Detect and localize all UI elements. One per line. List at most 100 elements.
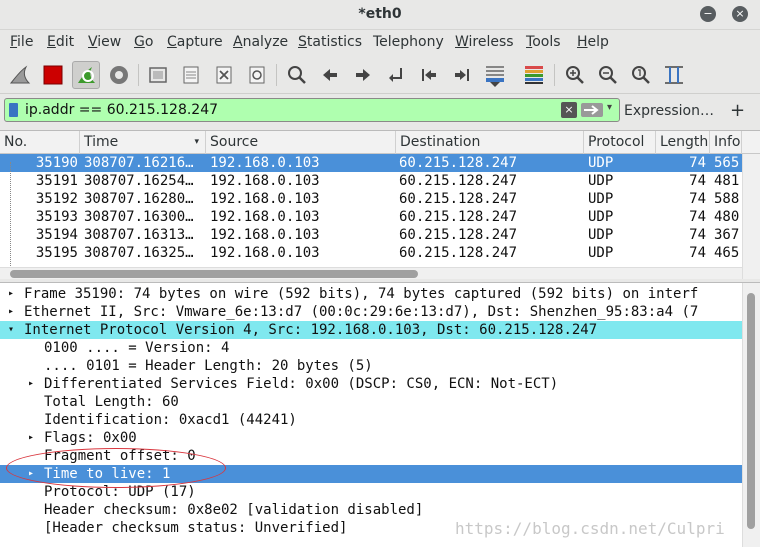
open-file-icon[interactable] (144, 61, 172, 89)
packet-row[interactable]: 35190 308707.16216… 192.168.0.103 60.215.12… (0, 154, 742, 172)
expand-arrow-icon[interactable]: ▸ (8, 303, 14, 321)
detail-text: Internet Protocol Version 4, Src: 192.16… (24, 322, 598, 338)
normal-size-icon[interactable] (627, 61, 655, 89)
find-packet-icon[interactable] (283, 61, 311, 89)
packet-cell-info: 588 (714, 191, 740, 207)
menu-bar: File Edit View Go Capture Analyze Statistics Te… (0, 30, 760, 56)
column-header-source[interactable]: Source (206, 131, 396, 154)
go-to-packet-icon[interactable] (382, 61, 410, 89)
packet-cell-time: 308707.16254… (84, 173, 194, 189)
packet-row[interactable]: 35192 308707.16280… 192.168.0.103 60.215.12… (0, 190, 742, 208)
detail-row[interactable]: ▸ Time to live: 1 (0, 465, 742, 483)
packet-cell-len: 74 (689, 173, 706, 189)
menu-tools[interactable]: Tools (526, 34, 561, 50)
column-header-time[interactable]: Time ▾ (80, 131, 206, 154)
vscroll-thumb[interactable] (747, 293, 755, 529)
menu-capture[interactable]: Capture (167, 34, 223, 50)
close-window-button[interactable]: × (732, 6, 748, 22)
packet-details-vscroll[interactable] (742, 283, 760, 547)
filter-text[interactable]: ip.addr == 60.215.128.247 (25, 102, 218, 118)
bookmark-icon[interactable] (9, 103, 18, 117)
menu-go[interactable]: Go (134, 34, 153, 50)
toolbar-separator (138, 64, 139, 86)
column-header-time-label: Time (84, 134, 119, 150)
restart-capture-icon[interactable] (72, 61, 100, 89)
detail-row[interactable]: ▸ Flags: 0x00 (0, 429, 742, 447)
packet-cell-no: 35195 (35, 245, 78, 261)
packet-cell-time: 308707.16325… (84, 245, 194, 261)
menu-statistics[interactable]: Statistics (298, 34, 362, 50)
detail-row[interactable]: Protocol: UDP (17) (0, 483, 742, 501)
menu-label: dit (55, 34, 75, 50)
menu-wireless[interactable]: Wireless (455, 34, 514, 50)
packet-cell-no: 35194 (35, 227, 78, 243)
column-header-protocol[interactable]: Protocol (584, 131, 656, 154)
packet-list-vscroll[interactable] (742, 154, 760, 279)
auto-scroll-icon[interactable] (481, 61, 509, 89)
resize-columns-icon[interactable] (660, 61, 688, 89)
toolbar-separator (554, 64, 555, 86)
packet-row[interactable]: 35191 308707.16254… 192.168.0.103 60.215.12… (0, 172, 742, 190)
colorize-icon[interactable] (520, 61, 548, 89)
detail-row[interactable]: Header checksum: 0x8e02 [validation disa… (0, 501, 742, 519)
sort-arrow-icon: ▾ (194, 137, 199, 147)
close-file-icon[interactable] (210, 61, 238, 89)
detail-row[interactable]: ▸ Differentiated Services Field: 0x00 (DS… (0, 375, 742, 393)
go-back-icon[interactable] (316, 61, 344, 89)
collapse-arrow-icon[interactable]: ▾ (8, 321, 14, 339)
expand-arrow-icon[interactable]: ▸ (28, 429, 34, 447)
packet-cell-proto: UDP (588, 155, 614, 171)
hscroll-thumb[interactable] (10, 270, 418, 278)
detail-row[interactable]: 0100 .... = Version: 4 (0, 339, 742, 357)
packet-cell-dst: 60.215.128.247 (399, 209, 518, 225)
expand-arrow-icon[interactable]: ▸ (8, 285, 14, 303)
stop-capture-icon[interactable] (39, 61, 67, 89)
reload-file-icon[interactable] (243, 61, 271, 89)
detail-row[interactable]: Fragment offset: 0 (0, 447, 742, 465)
capture-options-icon[interactable] (105, 61, 133, 89)
menu-edit[interactable]: Edit (47, 34, 74, 50)
detail-text: Differentiated Services Field: 0x00 (DSC… (44, 376, 559, 392)
packet-row[interactable]: 35195 308707.16325… 192.168.0.103 60.215.12… (0, 244, 742, 262)
expand-arrow-icon[interactable]: ▸ (28, 465, 34, 483)
menu-help[interactable]: Help (577, 34, 609, 50)
detail-row[interactable]: ▾ Internet Protocol Version 4, Src: 192.1… (0, 321, 742, 339)
filter-history-dropdown-icon[interactable]: ▾ (607, 102, 612, 113)
packet-cell-time: 308707.16280… (84, 191, 194, 207)
add-filter-button[interactable]: + (730, 100, 745, 121)
column-header-length[interactable]: Length (656, 131, 710, 154)
save-file-icon[interactable] (177, 61, 205, 89)
minimize-button[interactable]: − (700, 6, 716, 22)
zoom-out-icon[interactable] (594, 61, 622, 89)
detail-row[interactable]: ▸ Frame 35190: 74 bytes on wire (592 bits… (0, 285, 742, 303)
menu-analyze[interactable]: Analyze (233, 34, 288, 50)
first-packet-icon[interactable] (415, 61, 443, 89)
display-filter-input[interactable]: ip.addr == 60.215.128.247 × ▾ (4, 98, 620, 122)
menu-telephony[interactable]: Telephony (373, 34, 444, 50)
apply-filter-icon[interactable] (581, 103, 603, 117)
menu-view[interactable]: View (88, 34, 121, 50)
shark-fin-icon[interactable] (6, 61, 34, 89)
packet-cell-info: 565 (714, 155, 740, 171)
packet-list-hscroll[interactable] (0, 267, 742, 279)
go-forward-icon[interactable] (349, 61, 377, 89)
column-header-no[interactable]: No. (0, 131, 80, 154)
clear-filter-icon[interactable]: × (561, 102, 577, 118)
detail-row[interactable]: Total Length: 60 (0, 393, 742, 411)
detail-row[interactable]: ▸ Ethernet II, Src: Vmware_6e:13:d7 (00:0… (0, 303, 742, 321)
menu-label: nalyze (242, 34, 289, 50)
zoom-in-icon[interactable] (561, 61, 589, 89)
column-header-info[interactable]: Info (710, 131, 742, 154)
last-packet-icon[interactable] (448, 61, 476, 89)
packet-row[interactable]: 35194 308707.16313… 192.168.0.103 60.215.12… (0, 226, 742, 244)
menu-file[interactable]: File (10, 34, 33, 50)
detail-text: Total Length: 60 (44, 394, 179, 410)
packet-cell-no: 35192 (35, 191, 78, 207)
column-header-destination[interactable]: Destination (396, 131, 584, 154)
detail-row[interactable]: .... 0101 = Header Length: 20 bytes (5) (0, 357, 742, 375)
detail-row[interactable]: Identification: 0xacd1 (44241) (0, 411, 742, 429)
packet-row[interactable]: 35193 308707.16300… 192.168.0.103 60.215.12… (0, 208, 742, 226)
expand-arrow-icon[interactable]: ▸ (28, 375, 34, 393)
detail-text: .... 0101 = Header Length: 20 bytes (5) (44, 358, 373, 374)
expression-button[interactable]: Expression… (624, 103, 714, 119)
